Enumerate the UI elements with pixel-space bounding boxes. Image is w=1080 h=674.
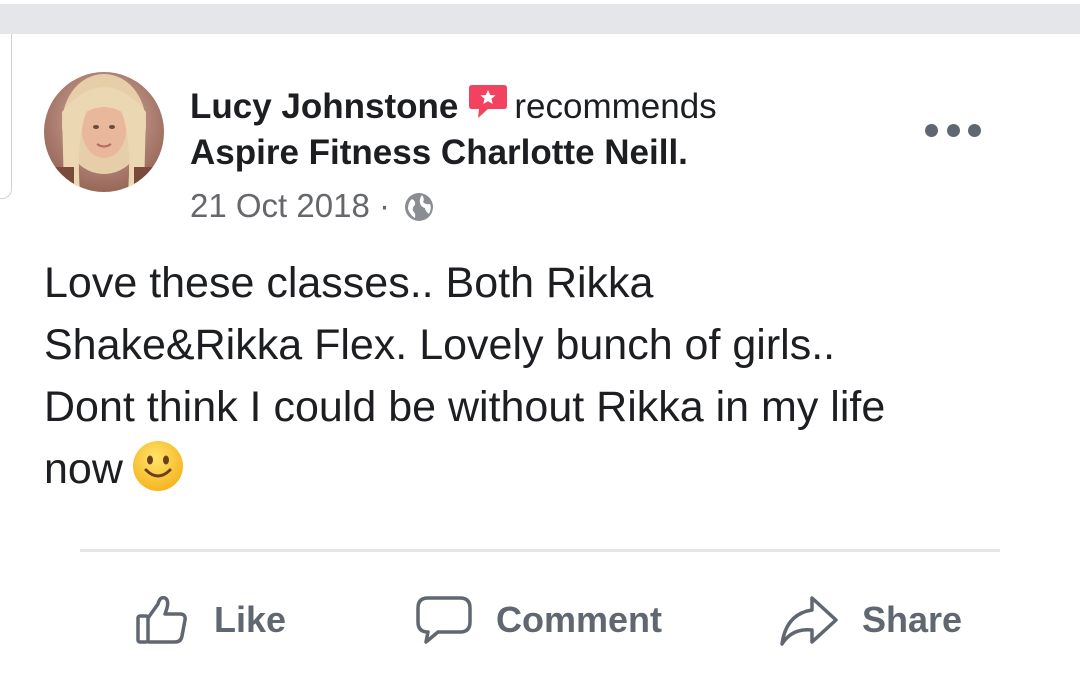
smiling-face-emoji-icon	[132, 441, 183, 491]
previous-card-edge	[0, 34, 12, 199]
thumbs-up-icon	[136, 595, 187, 644]
like-label: Like	[214, 599, 287, 640]
more-options-button[interactable]	[925, 116, 981, 144]
more-dot-icon	[925, 123, 938, 137]
author-name[interactable]: Lucy Johnstone	[190, 87, 458, 126]
more-dot-icon	[946, 123, 960, 137]
comment-button[interactable]: Comment	[414, 590, 662, 650]
post-date[interactable]: 21 Oct 2018	[190, 187, 370, 224]
post-text-line: Dont think I could be without Rikka in m…	[44, 383, 886, 431]
like-button[interactable]: Like	[132, 590, 286, 650]
post-text-line: Love these classes.. Both Rikka	[44, 259, 654, 307]
post-text-line: Shake&Rikka Flex. Lovely bunch of girls.…	[44, 321, 836, 369]
top-strip-highlight	[0, 0, 1080, 4]
avatar[interactable]	[44, 72, 164, 192]
avatar-image	[44, 72, 164, 192]
page-name-link[interactable]: Aspire Fitness Charlotte Neill.	[190, 133, 688, 172]
recommends-verb: recommends	[514, 87, 717, 126]
post-header-line-2: Aspire Fitness Charlotte Neill.	[190, 131, 688, 175]
more-dot-icon	[968, 123, 981, 137]
post-meta: 21 Oct 2018 ·	[190, 184, 435, 228]
comment-label: Comment	[496, 599, 663, 640]
comment-bubble-icon	[416, 596, 472, 644]
actions-divider	[80, 549, 1000, 552]
globe-icon	[405, 193, 434, 221]
post-header-line-1: Lucy Johnstone recommends	[190, 82, 717, 129]
recommend-badge-icon	[466, 82, 510, 122]
share-button[interactable]: Share	[778, 590, 962, 650]
post-text: Love these classes.. Both Rikka Shake&Ri…	[44, 252, 1034, 500]
post-text-line: now	[44, 445, 123, 493]
top-strip	[0, 0, 1080, 34]
share-arrow-icon	[780, 596, 838, 646]
share-label: Share	[862, 599, 963, 640]
meta-separator: ·	[378, 187, 390, 224]
